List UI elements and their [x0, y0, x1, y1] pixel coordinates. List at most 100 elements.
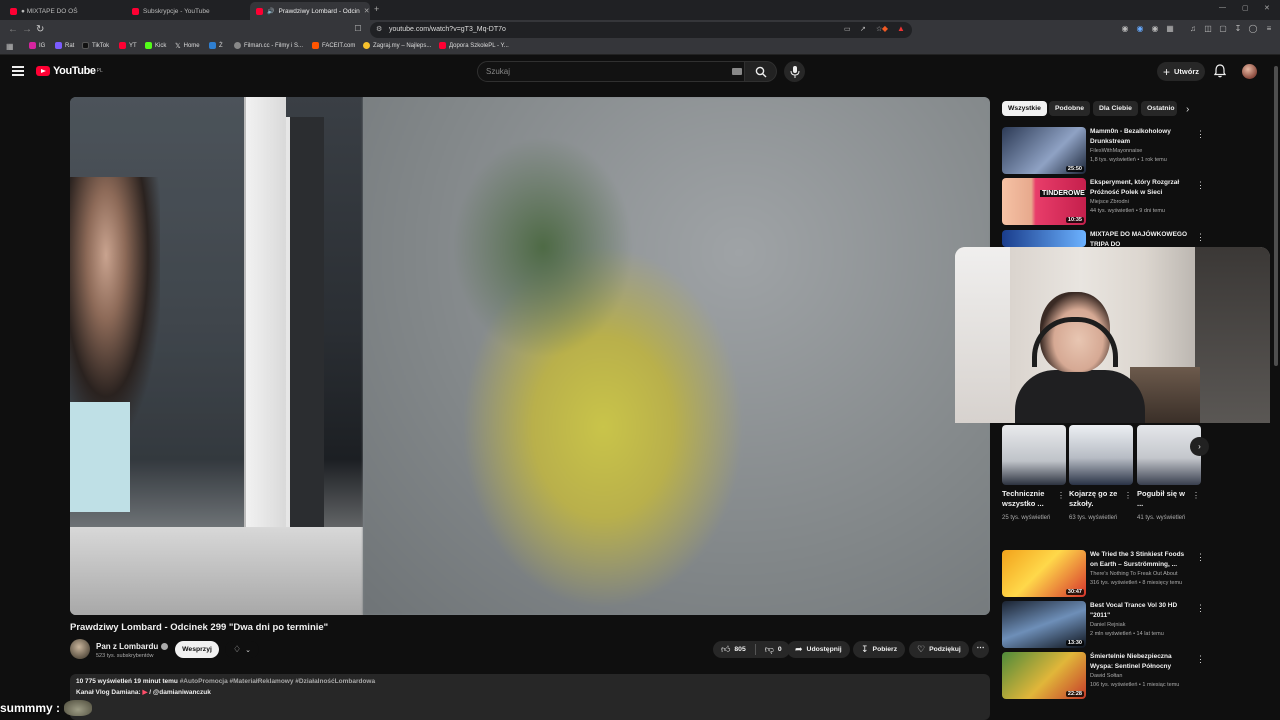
page-scrollbar[interactable] [1273, 56, 1280, 720]
cast-icon[interactable]: ▭ [844, 25, 851, 33]
video-thumbnail[interactable]: 22:28 [1002, 652, 1086, 699]
description-box[interactable]: 10 775 wyświetleń 19 minut temu #AutoPro… [70, 674, 990, 720]
rewards-icon[interactable]: ▲ [896, 24, 906, 34]
user-avatar[interactable] [1242, 64, 1257, 79]
bookmark-item[interactable]: Дорога SzkolePL - Y... [439, 42, 509, 49]
channel-avatar[interactable] [70, 639, 90, 659]
more-actions-icon[interactable]: ⋯ [972, 641, 989, 658]
bookmark-item[interactable]: Zagraj.my – Najleps... [363, 42, 431, 49]
minimize-icon[interactable]: — [1219, 4, 1226, 11]
chip-recent[interactable]: Ostatnio [1141, 101, 1177, 116]
brave-shield-icon[interactable]: ◆ [880, 24, 890, 34]
subscription-notifications-button[interactable]: ♢ ⌄ [225, 641, 259, 658]
short-thumbnail[interactable] [1137, 425, 1201, 485]
close-window-icon[interactable]: ✕ [1264, 4, 1270, 12]
short-title[interactable]: Technicznie wszystko ... [1002, 489, 1056, 509]
chip-for-you[interactable]: Dla Ciebie [1093, 101, 1138, 116]
thanks-button[interactable]: ♡ Podziękuj [909, 641, 969, 658]
short-thumbnail[interactable] [1002, 425, 1066, 485]
scrollbar-thumb[interactable] [1274, 66, 1278, 366]
youtube-logo[interactable]: YouTube PL [36, 65, 103, 77]
share-button[interactable]: ➦ Udostępnij [787, 641, 850, 658]
recommendation-channel[interactable]: Dawid Sołtan [1090, 673, 1122, 679]
recommendation-item[interactable]: MIXTAPE DO MAJÓWKOWEGO TRIPA DO ⋮ [1002, 230, 1205, 248]
search-input[interactable]: Szukaj [477, 61, 745, 82]
hashtags[interactable]: #AutoPromocja #MateriałReklamowy #Działa… [180, 678, 375, 685]
recommendation-channel[interactable]: Miejsce Zbrodni [1090, 199, 1129, 205]
back-icon[interactable]: ← [8, 24, 18, 35]
bookmark-item[interactable]: 𝕏 Home [175, 42, 200, 50]
video-player[interactable] [70, 97, 990, 615]
site-info-icon[interactable]: ⚙ [376, 25, 382, 33]
browser-tab[interactable]: ● MIXTAPE DO OŚ [4, 2, 124, 20]
media-icon[interactable]: ♫ [1188, 24, 1198, 34]
video-thumbnail[interactable]: 30:47 [1002, 550, 1086, 597]
support-button[interactable]: Wesprzyj [175, 641, 219, 658]
bookmark-item[interactable]: Ż [209, 42, 223, 49]
voice-search-button[interactable] [784, 61, 805, 82]
tabs-icon[interactable]: ▢ [1218, 24, 1228, 34]
keyboard-icon[interactable] [732, 68, 742, 75]
video-thumbnail[interactable]: TINDEROWE 10:35 [1002, 178, 1086, 225]
short-thumbnail[interactable] [1069, 425, 1133, 485]
close-tab-icon[interactable]: ✕ [364, 7, 370, 15]
browser-tab[interactable]: Subskrypcje - YouTube [126, 2, 246, 20]
short-title[interactable]: Pogubił się w ... [1137, 489, 1191, 509]
recommendation-title[interactable]: Best Vocal Trance Vol 30 HD "2011" [1090, 601, 1190, 620]
bookmark-item[interactable]: Filman.cc - Filmy i S... [234, 42, 303, 49]
recommendation-channel[interactable]: There's Nothing To Freak Out About [1090, 571, 1177, 577]
bookmark-item[interactable]: Kick [145, 42, 166, 49]
dislike-count[interactable]: 0 [778, 646, 782, 653]
extension-icon[interactable]: ◉ [1120, 24, 1130, 34]
thumbs-up-icon[interactable]: 👍︎ [721, 644, 730, 655]
address-bar[interactable]: ⚙ youtube.com/watch?v=gT3_Mq-DT7o ▭ ↗ ☆ [370, 22, 912, 38]
more-vertical-icon[interactable]: ⋮ [1196, 180, 1205, 191]
share-icon[interactable]: ↗ [860, 25, 866, 33]
recommendation-channel[interactable]: Daniel Rejniak [1090, 622, 1125, 628]
chevron-right-icon[interactable]: › [1186, 104, 1189, 115]
bookmark-icon[interactable]: ☐ [353, 24, 363, 34]
video-thumbnail[interactable]: 25:50 [1002, 127, 1086, 174]
sidebar-icon[interactable]: ◫ [1203, 24, 1213, 34]
bookmark-item[interactable]: YT [119, 42, 137, 49]
maximize-icon[interactable]: ▢ [1242, 4, 1249, 12]
recommendation-title[interactable]: Śmiertelnie Niebezpieczna Wyspa: Sentine… [1090, 652, 1190, 671]
like-count[interactable]: 805 [734, 646, 745, 653]
notifications-bell-icon[interactable] [1213, 64, 1227, 78]
more-vertical-icon[interactable]: ⋮ [1196, 654, 1205, 665]
more-vertical-icon[interactable]: ⋮ [1196, 603, 1205, 614]
short-title[interactable]: Kojarzę go ze szkoły. [1069, 489, 1123, 509]
bookmark-item[interactable]: FACEIT.com [312, 42, 355, 49]
download-button[interactable]: ↧ Pobierz [853, 641, 906, 658]
recommendation-item[interactable]: 30:47 We Tried the 3 Stinkiest Foods on … [1002, 550, 1205, 597]
bookmark-item[interactable]: IG [29, 42, 45, 49]
recommendation-channel[interactable]: FilesWithMayonnaise [1090, 148, 1142, 154]
recommendation-item[interactable]: 13:30 Best Vocal Trance Vol 30 HD "2011"… [1002, 601, 1205, 648]
recommendation-title[interactable]: We Tried the 3 Stinkiest Foods on Earth … [1090, 550, 1190, 569]
chevron-right-icon[interactable]: › [1190, 437, 1209, 456]
extensions-puzzle-icon[interactable]: ▦ [1165, 24, 1175, 34]
menu-icon[interactable]: ≡ [1264, 24, 1274, 34]
browser-tab-active[interactable]: 🔊 Prawdziwy Lombard - Odcin ✕ [250, 2, 370, 20]
recommendation-item[interactable]: 22:28 Śmiertelnie Niebezpieczna Wyspa: S… [1002, 652, 1205, 699]
recommendation-item[interactable]: 25:50 Mamm0n - Bezalkoholowy Drunkstream… [1002, 127, 1205, 174]
video-thumbnail[interactable] [1002, 230, 1086, 247]
forward-icon[interactable]: → [22, 24, 32, 35]
hamburger-menu-icon[interactable] [12, 66, 24, 76]
new-tab-icon[interactable]: + [374, 4, 379, 14]
more-vertical-icon[interactable]: ⋮ [1196, 552, 1205, 563]
create-button[interactable]: + Utwórz [1157, 62, 1205, 81]
recommendation-title[interactable]: Mamm0n - Bezalkoholowy Drunkstream [1090, 127, 1190, 146]
extension-icon[interactable]: ◉ [1135, 24, 1145, 34]
channel-name[interactable]: Pan z Lombardu [96, 642, 169, 651]
recommendation-item[interactable]: TINDEROWE 10:35 Eksperyment, który Rozgrz… [1002, 178, 1205, 225]
more-vertical-icon[interactable]: ⋮ [1192, 491, 1200, 500]
more-vertical-icon[interactable]: ⋮ [1196, 129, 1205, 140]
video-thumbnail[interactable]: 13:30 [1002, 601, 1086, 648]
apps-grid-icon[interactable]: ▦ [6, 42, 14, 51]
more-vertical-icon[interactable]: ⋮ [1124, 491, 1132, 500]
reload-icon[interactable]: ↻ [36, 24, 44, 35]
more-vertical-icon[interactable]: ⋮ [1057, 491, 1065, 500]
downloads-icon[interactable]: ↧ [1233, 24, 1243, 34]
chip-all[interactable]: Wszystkie [1002, 101, 1047, 116]
